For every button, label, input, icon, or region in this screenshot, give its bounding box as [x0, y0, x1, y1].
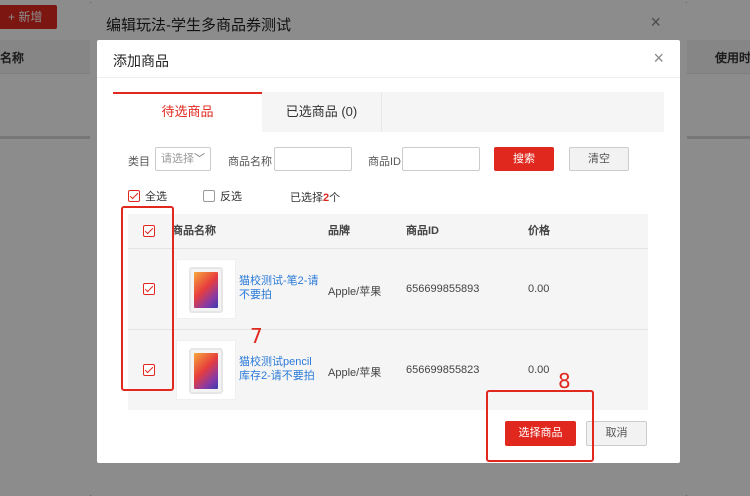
product-name-link[interactable]: 猫校测试-笔2-请不要拍 [239, 274, 319, 302]
invert-label: 反选 [220, 191, 242, 203]
invert-selection[interactable]: 反选 [203, 188, 242, 204]
annotation-step-8: 8 [558, 369, 571, 393]
dialog-title: 添加商品 [113, 53, 169, 69]
select-all-checkbox[interactable] [128, 190, 140, 202]
category-label: 类目 [128, 156, 150, 168]
tab-pending-products[interactable]: 待选商品 [113, 92, 262, 132]
col-product-name: 商品名称 [172, 225, 216, 237]
product-brand: Apple/苹果 [328, 286, 382, 298]
product-price: 0.00 [528, 283, 550, 295]
col-brand: 品牌 [328, 225, 350, 237]
clear-button[interactable]: 清空 [569, 147, 629, 171]
col-product-id: 商品ID [406, 225, 439, 237]
annotation-step-7: 7 [250, 324, 263, 348]
product-name-link[interactable]: 猫校测试pencil库存2-请不要拍 [239, 355, 319, 383]
col-price: 价格 [528, 225, 550, 237]
tab-selected-products[interactable]: 已选商品 (0) [262, 92, 382, 132]
category-placeholder: 请选择 [161, 153, 194, 165]
product-name-label: 商品名称 [228, 156, 272, 168]
product-thumbnail [176, 259, 236, 319]
product-price: 0.00 [528, 364, 550, 376]
category-select[interactable]: 请选择 ﹀ [155, 147, 211, 171]
selected-count-text: 已选择2个 [290, 189, 340, 205]
product-id: 656699855893 [406, 283, 480, 295]
annotation-box-choose [486, 390, 594, 462]
select-all[interactable]: 全选 [128, 188, 167, 204]
selected-suffix: 个 [329, 192, 341, 204]
product-id: 656699855823 [406, 364, 480, 376]
chevron-down-icon: ﹀ [194, 153, 205, 165]
tab-bar: 待选商品 已选商品 (0) [113, 92, 664, 132]
invert-checkbox[interactable] [203, 190, 215, 202]
dialog-header: 添加商品 × [97, 40, 680, 78]
select-all-label: 全选 [145, 191, 167, 203]
close-icon[interactable]: × [653, 48, 664, 69]
product-brand: Apple/苹果 [328, 367, 382, 379]
product-thumbnail [176, 340, 236, 400]
table-row[interactable]: 猫校测试-笔2-请不要拍 Apple/苹果 656699855893 0.00 [128, 248, 648, 329]
filter-row: 类目 请选择 ﹀ 商品名称 商品ID 搜索 清空 [128, 147, 648, 173]
product-name-input[interactable] [274, 147, 352, 171]
product-id-label: 商品ID [368, 156, 401, 168]
cancel-button[interactable]: 取消 [586, 421, 647, 446]
search-button[interactable]: 搜索 [494, 147, 554, 171]
product-id-input[interactable] [402, 147, 480, 171]
selection-row: 全选 反选 已选择2个 [128, 188, 628, 204]
selected-prefix: 已选择 [290, 192, 323, 204]
annotation-box-checkboxes [121, 206, 174, 391]
